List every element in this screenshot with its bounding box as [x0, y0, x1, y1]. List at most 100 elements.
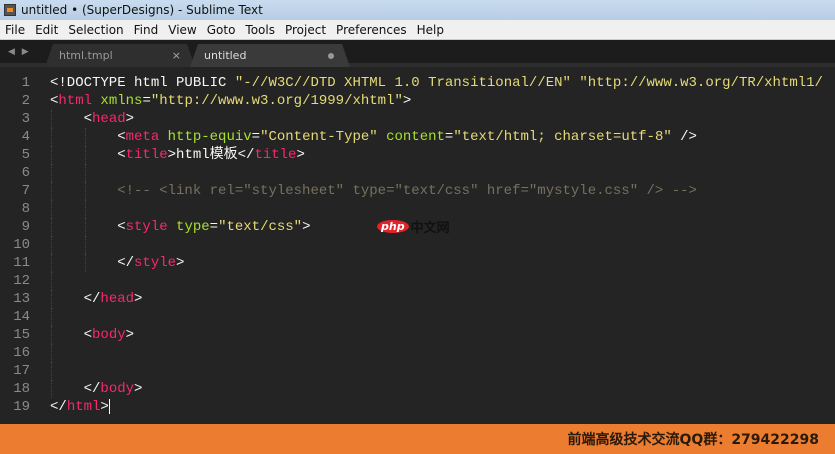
- menu-bar: File Edit Selection Find View Goto Tools Projec…: [0, 20, 835, 40]
- code-token: >: [176, 255, 185, 271]
- line-number: 13: [13, 291, 30, 307]
- line-number: 14: [13, 309, 30, 325]
- indent-guide: [85, 182, 86, 200]
- menu-edit[interactable]: Edit: [30, 23, 63, 37]
- line-number: 18: [13, 381, 30, 397]
- code-token: body: [92, 327, 126, 343]
- code-token: </: [50, 291, 101, 307]
- line-number: 11: [13, 255, 30, 271]
- indent-guide: [51, 308, 52, 326]
- footer-banner: 前端高级技术交流QQ群：279422298: [0, 424, 835, 454]
- code-token: <: [50, 219, 126, 235]
- indent-guide: [51, 182, 52, 200]
- code-token: body: [100, 381, 135, 397]
- line-number: 7: [21, 183, 30, 199]
- code-line: 6: [0, 164, 835, 182]
- code-token: >: [100, 399, 109, 415]
- menu-tools[interactable]: Tools: [240, 23, 280, 37]
- indent-guide: [85, 128, 86, 146]
- code-token: <: [50, 327, 93, 343]
- indent-guide: [51, 146, 52, 164]
- code-token: >: [134, 381, 143, 397]
- title-bar: untitled • (SuperDesigns) - Sublime Text: [0, 0, 835, 20]
- unsaved-dot-icon[interactable]: [328, 53, 334, 59]
- tab-html-tmpl[interactable]: html.tmpl ×: [45, 44, 195, 67]
- line-number: 9: [21, 219, 30, 235]
- indent-guide: [51, 380, 52, 398]
- line-number: 19: [13, 399, 30, 415]
- code-token: >: [296, 147, 305, 163]
- indent-guide: [51, 272, 52, 290]
- php-cn-watermark: php 中文网: [377, 217, 450, 236]
- indent-guide: [51, 110, 52, 128]
- code-token: =: [142, 93, 151, 109]
- code-line: 18 </body>: [0, 380, 835, 398]
- code-token: html: [58, 93, 93, 109]
- menu-view[interactable]: View: [163, 23, 201, 37]
- window-title: untitled • (SuperDesigns) - Sublime Text: [21, 3, 263, 17]
- indent-guide: [85, 200, 86, 218]
- line-number: 12: [13, 273, 30, 289]
- code-token: />: [671, 129, 697, 145]
- indent-guide: [51, 218, 52, 236]
- indent-guide: [51, 290, 52, 308]
- code-line: 17: [0, 362, 835, 380]
- indent-guide: [85, 164, 86, 182]
- code-line: 13 </head>: [0, 290, 835, 308]
- tab-label: html.tmpl: [59, 49, 113, 62]
- code-token: style: [125, 219, 168, 235]
- code-line: 14: [0, 308, 835, 326]
- indent-guide: [85, 146, 86, 164]
- code-token: xmlns: [100, 93, 143, 109]
- line-number: 4: [21, 129, 30, 145]
- menu-selection[interactable]: Selection: [63, 23, 128, 37]
- menu-file[interactable]: File: [0, 23, 30, 37]
- code-token: <: [50, 147, 126, 163]
- code-line: 5 <title>html模板</title>: [0, 146, 835, 164]
- menu-preferences[interactable]: Preferences: [331, 23, 412, 37]
- indent-guide: [51, 200, 52, 218]
- indent-guide: [51, 164, 52, 182]
- line-number: 6: [21, 165, 30, 181]
- indent-guide: [85, 218, 86, 236]
- indent-guide: [85, 254, 86, 272]
- menu-find[interactable]: Find: [129, 23, 164, 37]
- code-line: 3 <head>: [0, 110, 835, 128]
- code-token: <: [50, 129, 126, 145]
- code-line: 16: [0, 344, 835, 362]
- line-number: 3: [21, 111, 30, 127]
- code-token: http-equiv: [167, 129, 252, 145]
- menu-goto[interactable]: Goto: [202, 23, 241, 37]
- code-token: >: [302, 219, 311, 235]
- line-number: 2: [21, 93, 30, 109]
- code-token: title: [125, 147, 168, 163]
- code-line: 11 </style>: [0, 254, 835, 272]
- code-line: 1 <!DOCTYPE html PUBLIC "-//W3C//DTD XHTM…: [0, 74, 835, 92]
- watermark-cn: 中文网: [410, 221, 450, 236]
- line-number: 15: [13, 327, 30, 343]
- tab-nav-arrows-icon[interactable]: ◀ ▶: [8, 47, 31, 57]
- line-number: 16: [13, 345, 30, 361]
- code-line: 19 </html>: [0, 398, 835, 416]
- menu-help[interactable]: Help: [412, 23, 449, 37]
- code-token: <!DOCTYPE html PUBLIC: [50, 75, 235, 91]
- line-number: 10: [13, 237, 30, 253]
- close-icon[interactable]: ×: [172, 49, 181, 62]
- code-editor[interactable]: 1 <!DOCTYPE html PUBLIC "-//W3C//DTD XHTM…: [0, 73, 835, 424]
- line-number: 1: [21, 75, 30, 91]
- code-token: =: [209, 219, 219, 235]
- code-token: <!-- <link rel="stylesheet" type="text/c…: [117, 183, 697, 199]
- code-token: "text/css": [218, 219, 303, 235]
- tab-untitled[interactable]: untitled: [190, 44, 350, 67]
- code-line: 4 <meta http-equiv="Content-Type" conten…: [0, 128, 835, 146]
- watermark-php: php: [377, 220, 409, 233]
- menu-project[interactable]: Project: [280, 23, 331, 37]
- code-token: >: [402, 93, 412, 109]
- code-token: >: [134, 291, 143, 307]
- code-line: 15 <body>: [0, 326, 835, 344]
- footer-text: 前端高级技术交流QQ群：279422298: [567, 432, 819, 448]
